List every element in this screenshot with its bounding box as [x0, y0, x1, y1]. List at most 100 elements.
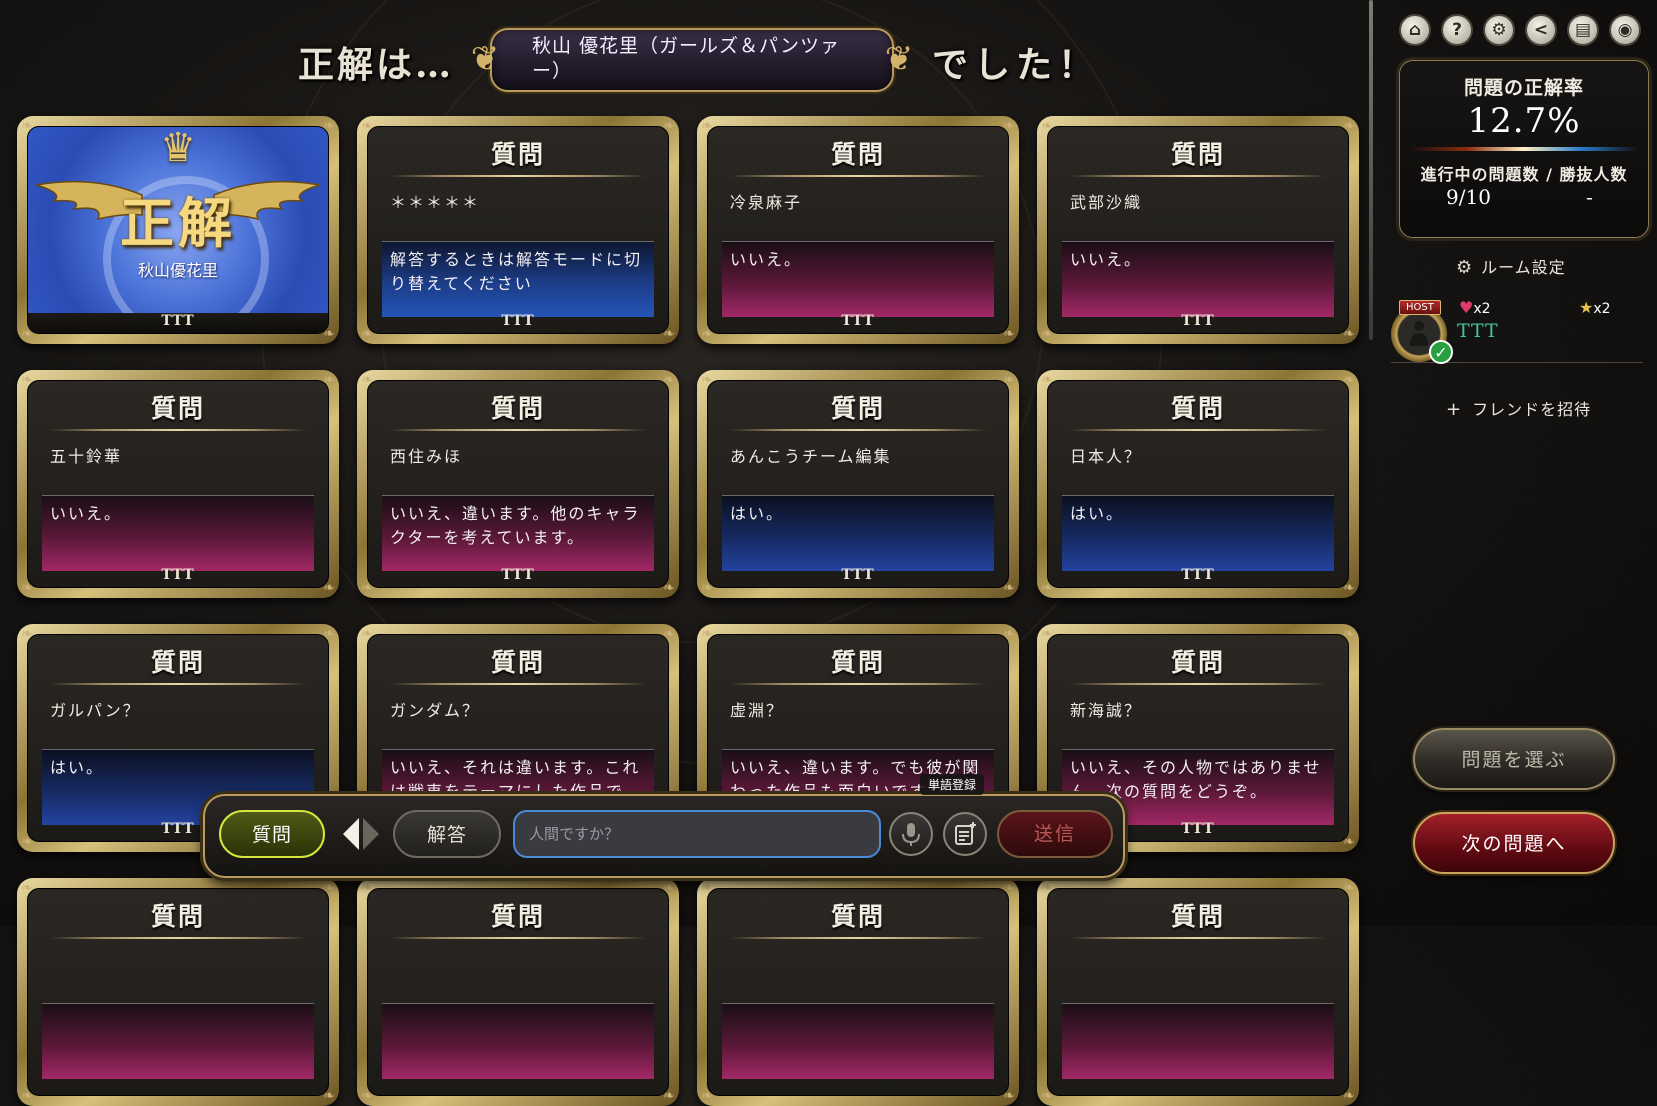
card-reply: いいえ。: [42, 495, 314, 571]
card-title: 質問: [830, 902, 885, 931]
person-icon: [1410, 321, 1428, 346]
card-body: 質問 武部沙織 いいえ。 TTT: [1047, 126, 1349, 334]
card-body: ♛ 正解 秋山優花里 TTT: [27, 126, 329, 334]
home-icon[interactable]: ⌂: [1399, 14, 1431, 46]
send-button[interactable]: 送信: [997, 810, 1113, 858]
card-body: 質問五十鈴華いいえ。 TTT: [27, 380, 329, 588]
card-question: 西住みほ: [390, 447, 463, 466]
choose-question-button[interactable]: 問題を選ぶ: [1413, 728, 1615, 790]
card-title: 質問: [150, 648, 205, 677]
banner-lead: 正解は…: [298, 44, 455, 86]
question-card[interactable]: ❧ ❧ ❧ ❧ 質問: [17, 878, 339, 1106]
settings-icon[interactable]: ⚙: [1483, 14, 1515, 46]
player-name: TTT: [1457, 320, 1499, 342]
question-mode-button[interactable]: 質問: [219, 810, 325, 858]
card-body: 質問 日本人？ はい。 TTT: [1047, 380, 1349, 588]
progress-count: 9/10: [1446, 185, 1491, 209]
card-body: 質問 冷泉麻子 いいえ。 TTT: [707, 126, 1009, 334]
winner-count: -: [1586, 185, 1593, 209]
glow-divider: [1410, 147, 1638, 151]
card-title: 質問: [490, 648, 545, 677]
room-settings-label: ルーム設定: [1481, 258, 1566, 277]
card-body: 質問 西住みほ いいえ、違います。他のキャラクターを考えています。 TTT: [367, 380, 669, 588]
panel-scrollbar[interactable]: [1369, 0, 1373, 340]
question-card[interactable]: ❧ ❧ ❧ ❧ 質問: [357, 878, 679, 1106]
question-card[interactable]: ❧ ❧ ❧ ❧ 質問 ＊＊＊＊＊ 解答するときは解答モードに切り替えてください TTT: [357, 116, 679, 344]
mic-icon: [902, 823, 920, 846]
question-card[interactable]: ❧ ❧ ❧ ❧ 質問 冷泉麻子 いいえ。 TTT: [697, 116, 1019, 344]
title-divider: [1070, 937, 1326, 939]
card-title: 質問: [490, 394, 545, 423]
invite-label: フレンドを招待: [1472, 400, 1592, 419]
note-add-icon: [955, 822, 976, 845]
question-card[interactable]: ❧ ❧ ❧ ❧ 質問 武部沙織 いいえ。 TTT: [1037, 116, 1359, 344]
card-icon[interactable]: ▤: [1567, 14, 1599, 46]
card-title: 質問: [1170, 140, 1225, 169]
player-row[interactable]: HOST ✓ ♥x2 ★x2 TTT: [1391, 298, 1643, 364]
title-divider: [50, 683, 306, 685]
hearts-count: ♥x2: [1459, 298, 1491, 317]
host-badge: HOST: [1399, 300, 1441, 315]
question-card[interactable]: ❧ ❧ ❧ ❧ 質問 日本人？ はい。 TTT: [1037, 370, 1359, 598]
crown-icon: ♛: [160, 126, 196, 171]
card-title: 質問: [1170, 648, 1225, 677]
register-word-button[interactable]: [943, 812, 987, 856]
share-icon[interactable]: <: [1525, 14, 1557, 46]
card-title: 質問: [830, 140, 885, 169]
card-player: TTT: [841, 313, 875, 329]
card-body: 質問: [367, 888, 669, 1096]
accuracy-rate: 12.7%: [1467, 101, 1581, 141]
mode-toggle-icon[interactable]: [339, 814, 383, 854]
correct-answer-card[interactable]: ❧ ❧ ❧ ❧ ♛ 正解 秋山優花里 TTT: [17, 116, 339, 344]
progress-labels: 進行中の問題数 / 勝抜人数: [1420, 165, 1628, 184]
accuracy-panel: 問題の正解率 12.7% 進行中の問題数 / 勝抜人数 9/10 -: [1399, 60, 1649, 238]
help-icon[interactable]: ?: [1441, 14, 1473, 46]
next-question-button[interactable]: 次の問題へ: [1413, 812, 1615, 874]
card-player: TTT: [501, 313, 535, 329]
card-player: [368, 1075, 668, 1095]
plus-icon: +: [1446, 399, 1463, 420]
stars-count: ★x2: [1579, 298, 1611, 317]
question-input[interactable]: [513, 810, 881, 858]
card-reply: [42, 1003, 314, 1079]
card-title: 質問: [150, 902, 205, 931]
title-divider: [730, 429, 986, 431]
card-reply: [722, 1003, 994, 1079]
card-player: [1048, 1075, 1348, 1095]
ornament-icon: ❦: [884, 39, 914, 79]
card-player: TTT: [841, 567, 875, 583]
question-card[interactable]: ❧ ❧ ❧ ❧ 質問 西住みほ いいえ、違います。他のキャラクターを考えています。 TTT: [357, 370, 679, 598]
answer-text: 秋山 優花里（ガールズ＆パンツァー）: [532, 35, 840, 82]
card-reply: いいえ。: [1062, 241, 1334, 317]
discord-icon[interactable]: ◉: [1609, 14, 1641, 46]
card-reply: 解答するときは解答モードに切り替えてください: [382, 241, 654, 317]
card-body: 質問: [27, 888, 329, 1096]
card-question: ガンダム？: [390, 701, 481, 720]
invite-friend-button[interactable]: + フレンドを招待: [1446, 396, 1591, 420]
chat-input-bar: 質問 解答 送信: [203, 794, 1125, 878]
title-divider: [50, 429, 306, 431]
question-card[interactable]: ❧ ❧ ❧ ❧ 質問: [697, 878, 1019, 1106]
card-player: TTT: [1181, 567, 1215, 583]
card-title: 質問: [1170, 394, 1225, 423]
room-settings-link[interactable]: ⚙ ルーム設定: [1456, 254, 1566, 278]
card-question: あんこうチーム編集: [730, 447, 892, 466]
question-card[interactable]: ❧ ❧ ❧ ❧ 質問: [1037, 878, 1359, 1106]
title-divider: [390, 683, 646, 685]
card-reply: [382, 1003, 654, 1079]
gear-icon: ⚙: [1456, 257, 1474, 278]
top-icon-bar: ⌂ ? ⚙ < ▤ ◉: [1399, 14, 1649, 50]
card-title: 質問: [490, 902, 545, 931]
card-body: 質問 ＊＊＊＊＊ 解答するときは解答モードに切り替えてください TTT: [367, 126, 669, 334]
mic-button[interactable]: [889, 812, 933, 856]
answer-mode-button[interactable]: 解答: [393, 810, 501, 858]
card-title: 質問: [490, 140, 545, 169]
card-question: 新海誠？: [1070, 701, 1143, 720]
card-title: 質問: [150, 394, 205, 423]
question-card[interactable]: ❧ ❧ ❧ ❧ 質問 五十鈴華 いいえ。 TTT: [17, 370, 339, 598]
card-question: 五十鈴華: [50, 447, 123, 466]
banner-tail: でした！: [932, 44, 1101, 86]
card-player: TTT: [161, 567, 195, 583]
question-card[interactable]: ❧ ❧ ❧ ❧ 質問 あんこうチーム編集 はい。 TTT: [697, 370, 1019, 598]
title-divider: [1070, 683, 1326, 685]
